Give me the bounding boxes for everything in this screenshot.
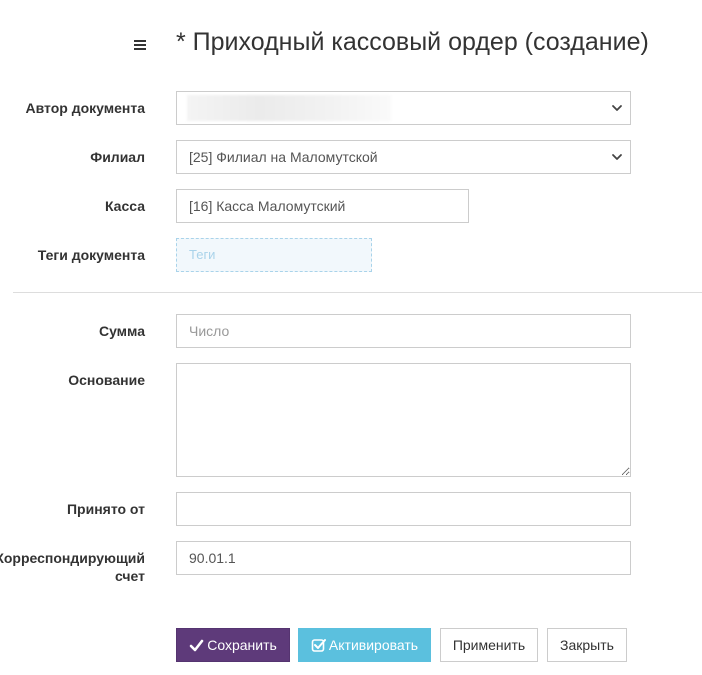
- apply-button[interactable]: Применить: [440, 628, 538, 662]
- amount-label: Сумма: [98, 323, 145, 339]
- chevron-down-icon: [612, 105, 622, 111]
- author-blurred-value: [187, 95, 391, 121]
- section-divider: [13, 292, 702, 293]
- page-title: * Приходный кассовый ордер (создание): [176, 28, 649, 56]
- received-from-label: Принято от: [66, 501, 145, 517]
- corr-account-label-line1: Корреспондирующий: [0, 550, 145, 566]
- save-button-label: Сохранить: [207, 637, 277, 653]
- tags-label: Теги документа: [37, 247, 145, 263]
- checkmark-icon: [189, 639, 204, 652]
- branch-select[interactable]: [25] Филиал на Маломутской: [176, 140, 631, 174]
- basis-textarea[interactable]: [176, 363, 631, 477]
- corr-account-label-line2: счет: [114, 568, 145, 584]
- branch-label: Филиал: [90, 149, 145, 165]
- corr-account-label: Корреспондирующий счет: [0, 549, 145, 585]
- received-from-input[interactable]: [176, 492, 631, 526]
- cashbox-label: Касса: [104, 198, 145, 214]
- hamburger-menu-icon[interactable]: [134, 38, 146, 52]
- close-button[interactable]: Закрыть: [547, 628, 627, 662]
- chevron-down-icon: [612, 154, 622, 160]
- author-label: Автор документа: [25, 100, 146, 116]
- tags-input[interactable]: Теги: [176, 238, 372, 272]
- save-button[interactable]: Сохранить: [176, 628, 290, 662]
- basis-label: Основание: [68, 372, 145, 388]
- activate-button[interactable]: Активировать: [298, 628, 431, 662]
- amount-input[interactable]: [176, 314, 631, 348]
- checkbox-check-icon: [311, 639, 326, 652]
- activate-button-label: Активировать: [328, 637, 419, 653]
- author-select[interactable]: [176, 91, 631, 125]
- branch-value: [25] Филиал на Маломутской: [189, 149, 378, 165]
- corr-account-input[interactable]: [176, 541, 631, 575]
- cashbox-input[interactable]: [176, 189, 469, 223]
